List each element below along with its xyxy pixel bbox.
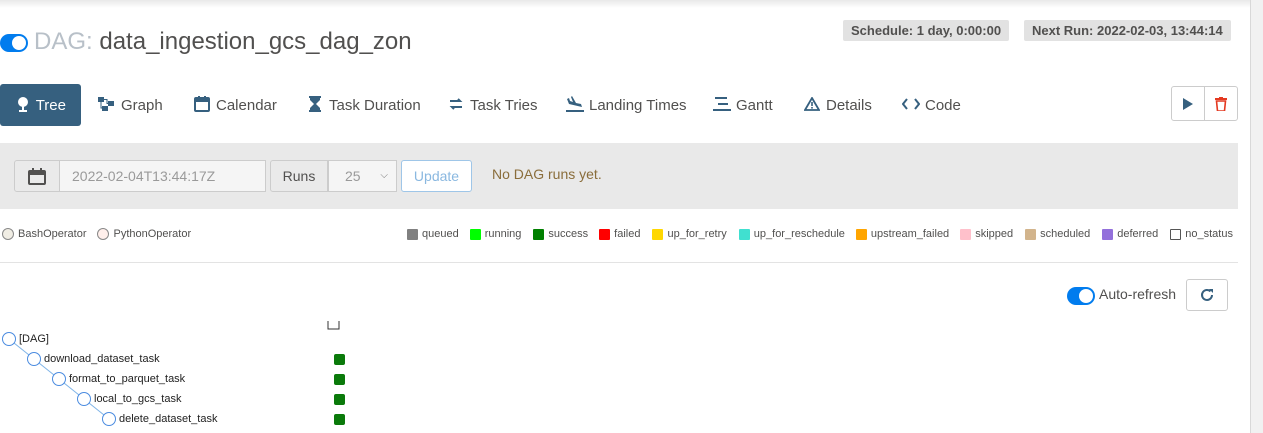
task-node-circle-download[interactable] [27,352,41,366]
tab-task-tries[interactable]: Task Tries [447,84,538,126]
plane-landing-icon [566,95,584,115]
state-label-no-status: no_status [1185,228,1233,240]
state-label-failed: failed [614,228,641,240]
tab-gantt[interactable]: Gantt [713,84,773,126]
tab-code[interactable]: Code [901,84,961,126]
state-swatch-deferred [1102,228,1114,240]
task-node-circle-delete[interactable] [102,412,116,426]
state-swatch-scheduled [1025,228,1037,240]
gantt-icon [713,96,731,114]
state-label-scheduled: scheduled [1040,228,1091,240]
task-instance-success[interactable] [334,374,345,385]
dag-actions [1171,86,1238,121]
trash-icon [1215,96,1227,111]
trigger-dag-button[interactable] [1172,87,1204,120]
state-swatch-queued [407,228,418,240]
state-label-upstream-failed: upstream_failed [870,228,950,240]
task-node-label-download: download_dataset_task [44,353,160,365]
auto-refresh-toggle[interactable] [1067,287,1095,305]
play-icon [1183,97,1193,110]
task-instance-success[interactable] [334,414,345,425]
state-label-up-for-retry: up_for_retry [667,228,727,240]
task-node-circle-local-to-gcs[interactable] [77,392,91,406]
auto-refresh-label: Auto-refresh [1099,286,1177,302]
code-icon [901,97,921,113]
task-node-label-format: format_to_parquet_task [69,373,186,385]
tab-code-label: Code [925,96,961,114]
tab-landing-times-label: Landing Times [589,96,687,114]
task-instance-success[interactable] [334,394,345,405]
state-swatch-no-status [1170,228,1182,240]
state-label-deferred: deferred [1117,228,1159,240]
refresh-button[interactable] [1186,279,1228,311]
refresh-icon [1201,288,1213,301]
state-label-queued: queued [422,228,459,240]
state-swatch-failed [599,228,611,240]
task-node-circle-format[interactable] [52,372,66,386]
task-node-label-local-to-gcs: local_to_gcs_task [94,393,182,405]
no-runs-message: No DAG runs yet. [492,166,602,182]
state-swatch-up-for-reschedule [738,228,750,240]
state-swatch-success [533,228,545,240]
schedule-badge: Schedule: 1 day, 0:00:00 [843,20,1010,41]
delete-dag-button[interactable] [1204,87,1237,120]
state-swatch-up-for-retry [652,228,664,240]
state-label-success: success [548,228,589,240]
next-run-badge: Next Run: 2022-02-03, 13:44:14 [1024,20,1231,41]
state-label-skipped: skipped [975,228,1014,240]
tab-details-label: Details [826,96,872,114]
task-instance-success[interactable] [334,354,345,365]
state-label-up-for-reschedule: up_for_reschedule [753,228,845,240]
warning-triangle-icon [803,95,821,114]
retry-icon [447,97,465,114]
state-swatch-upstream-failed [855,228,867,240]
state-swatch-skipped [960,228,972,240]
update-button[interactable]: Update [401,160,472,192]
state-swatch-running [469,228,481,240]
state-legend: queued running success failed up_for_ret… [407,228,1233,240]
dag-node-label: [DAG] [19,333,49,345]
tab-gantt-label: Gantt [736,96,773,114]
dag-node-circle[interactable] [2,332,16,346]
tab-landing-times[interactable]: Landing Times [566,84,687,126]
tree-connectors [8,321,340,420]
state-label-running: running [484,228,522,240]
task-node-label-delete: delete_dataset_task [119,413,218,425]
tab-task-tries-label: Task Tries [470,96,538,114]
vertical-scrollbar[interactable] [1250,0,1263,433]
tab-details[interactable]: Details [803,84,872,126]
